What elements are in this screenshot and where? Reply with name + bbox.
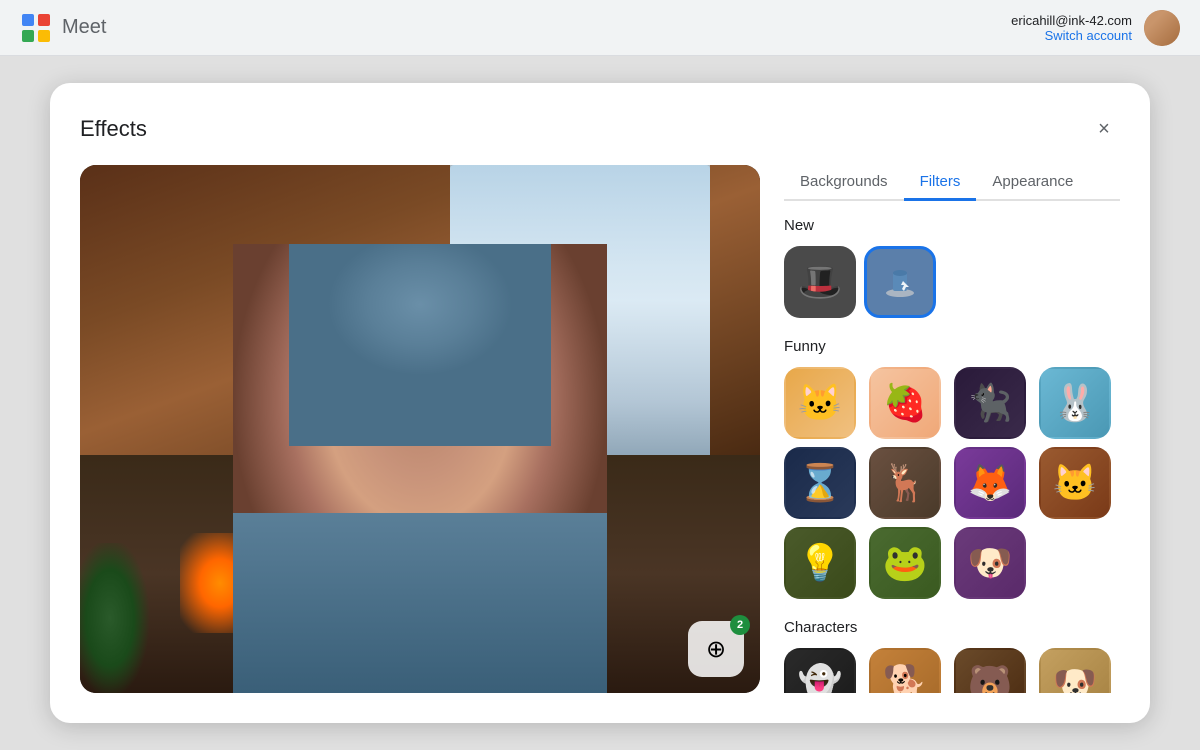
filter-item-deer[interactable]: 🦌 [869,447,941,519]
filter-item-lightbulb[interactable]: 💡 [784,527,856,599]
hat [289,244,551,446]
filter-item-orange-cat[interactable]: 🐱 [1039,447,1111,519]
panel-content: New 🎩 [784,217,1120,693]
avatar[interactable] [1144,10,1180,46]
characters-filter-grid: 👻 🐕 🐻 🐶 [784,648,1116,693]
section-funny-label: Funny [784,338,1116,355]
filter-item-black-cat[interactable]: 🐈‍⬛ [954,367,1026,439]
filter-item-magic-hat[interactable] [864,246,936,318]
close-button[interactable]: × [1088,113,1120,145]
filter-item-rabbit[interactable]: 🐰 [1039,367,1111,439]
tab-appearance[interactable]: Appearance [976,165,1089,201]
account-info: ericahill@ink-42.com Switch account [1011,13,1132,43]
effects-count-badge: 2 [730,615,750,635]
filter-item-dog[interactable]: 🐶 [1039,648,1111,693]
plant [80,543,180,693]
topbar-right: ericahill@ink-42.com Switch account [1011,10,1180,46]
account-email: ericahill@ink-42.com [1011,13,1132,28]
person-face [233,244,607,693]
video-scene [80,165,760,693]
section-characters-label: Characters [784,619,1116,636]
dialog-body: ⊕ 2 Backgrounds Filters Appearance New [80,165,1120,693]
filter-item-bear[interactable]: 🐻 [954,648,1026,693]
filter-item-purple-dog[interactable]: 🐶 [954,527,1026,599]
filter-item-pilgrim[interactable]: 🎩 [784,246,856,318]
effects-badge-button[interactable]: ⊕ 2 [688,621,744,677]
right-panel: Backgrounds Filters Appearance New 🎩 [784,165,1120,693]
filter-item-winged-cat[interactable]: 🐱 [784,367,856,439]
tabs-container: Backgrounds Filters Appearance [784,165,1120,201]
scarf [233,513,607,693]
filter-item-corgi[interactable]: 🐕 [869,648,941,693]
section-characters: Characters 👻 🐕 🐻 🐶 [784,619,1116,693]
section-new: New 🎩 [784,217,1116,318]
dialog-header: Effects × [80,113,1120,145]
meet-logo-icon [20,12,52,44]
filter-item-frog[interactable]: 🐸 [869,527,941,599]
app-title: Meet [62,16,106,39]
video-preview: ⊕ 2 [80,165,760,693]
filter-item-strawberry[interactable]: 🍓 [869,367,941,439]
funny-filter-grid: 🐱 🍓 🐈‍⬛ 🐰 ⌛ 🦌 🦊 🐱 💡 🐸 [784,367,1116,599]
new-filter-grid: 🎩 [784,246,1116,318]
filter-item-hourglass[interactable]: ⌛ [784,447,856,519]
main-area: Effects × [0,56,1200,750]
switch-account-link[interactable]: Switch account [1011,28,1132,43]
topbar: Meet ericahill@ink-42.com Switch account [0,0,1200,56]
effects-dialog: Effects × [50,83,1150,723]
avatar-image [1144,10,1180,46]
filter-item-purple-fox[interactable]: 🦊 [954,447,1026,519]
section-new-label: New [784,217,1116,234]
topbar-left: Meet [20,12,106,44]
layers-icon: ⊕ [706,635,726,664]
dialog-title: Effects [80,116,147,142]
section-funny: Funny 🐱 🍓 🐈‍⬛ 🐰 ⌛ 🦌 🦊 🐱 [784,338,1116,599]
filter-item-ghost[interactable]: 👻 [784,648,856,693]
magic-hat-icon [881,263,919,301]
tab-backgrounds[interactable]: Backgrounds [784,165,904,201]
tab-filters[interactable]: Filters [904,165,977,201]
